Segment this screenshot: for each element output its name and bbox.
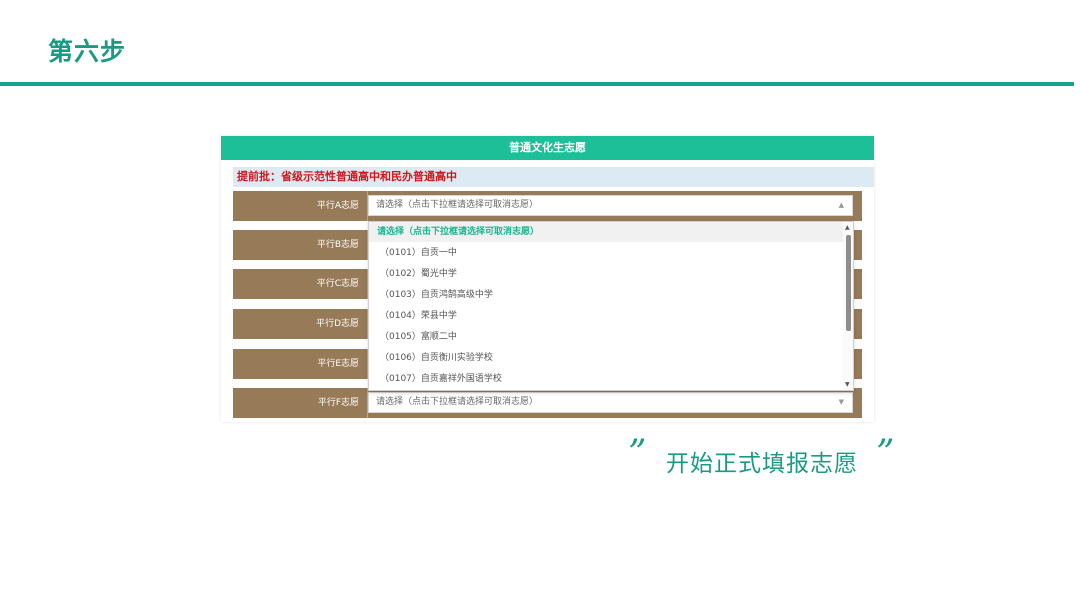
choice-label-b: 平行B志愿 (233, 230, 368, 260)
choice-row-f: 平行F志愿 请选择（点击下拉框请选择可取消志愿） ▼ (233, 388, 862, 418)
choice-row-a: 平行A志愿 请选择（点击下拉框请选择可取消志愿） ▲ (233, 191, 862, 221)
choice-label-a: 平行A志愿 (233, 191, 368, 221)
form-screenshot: 普通文化生志愿 提前批：省级示范性普通高中和民办普通高中 平行A志愿 请选择（点… (221, 136, 874, 422)
dropdown-option[interactable]: 请选择（点击下拉框请选择可取消志愿） (369, 222, 845, 242)
quote-open-icon: ” (628, 433, 647, 474)
dropdown-option[interactable]: （0101）自贡一中 (369, 243, 845, 263)
choice-label-c: 平行C志愿 (233, 269, 368, 299)
scrollbar-thumb[interactable] (846, 235, 851, 331)
dropdown-option[interactable]: （0103）自贡鸿鹄高级中学 (369, 285, 845, 305)
chevron-up-icon: ▲ (838, 201, 844, 209)
dropdown-scrollbar[interactable]: ▲ ▼ (843, 222, 853, 390)
choice-select-a-value: 请选择（点击下拉框请选择可取消志愿） (376, 200, 539, 210)
title-divider (0, 82, 1074, 86)
choice-select-f[interactable]: 请选择（点击下拉框请选择可取消志愿） ▼ (368, 392, 853, 413)
choice-label-e: 平行E志愿 (233, 349, 368, 379)
batch-label: 提前批：省级示范性普通高中和民办普通高中 (233, 167, 874, 187)
slide-title: 第六步 (48, 37, 127, 66)
dropdown-option[interactable]: （0107）自贡嘉祥外国语学校 (369, 369, 845, 389)
quote-close-icon: ” (876, 433, 895, 474)
choice-select-f-value: 请选择（点击下拉框请选择可取消志愿） (376, 397, 539, 407)
scroll-down-icon[interactable]: ▼ (845, 382, 850, 388)
dropdown-option[interactable]: （0106）自贡衡川实验学校 (369, 348, 845, 368)
chevron-down-icon: ▼ (838, 398, 844, 406)
choice-label-f: 平行F志愿 (233, 388, 368, 418)
choice-select-a[interactable]: 请选择（点击下拉框请选择可取消志愿） ▲ (368, 195, 853, 216)
scroll-up-icon[interactable]: ▲ (845, 225, 850, 231)
slide-caption: 开始正式填报志愿 (666, 451, 858, 477)
dropdown-option[interactable]: （0102）蜀光中学 (369, 264, 845, 284)
choice-label-d: 平行D志愿 (233, 309, 368, 339)
form-header: 普通文化生志愿 (221, 136, 874, 160)
school-dropdown-list[interactable]: 请选择（点击下拉框请选择可取消志愿） （0101）自贡一中 （0102）蜀光中学… (368, 221, 854, 391)
dropdown-option[interactable]: （0104）荣县中学 (369, 306, 845, 326)
dropdown-option[interactable]: （0105）富顺二中 (369, 327, 845, 347)
